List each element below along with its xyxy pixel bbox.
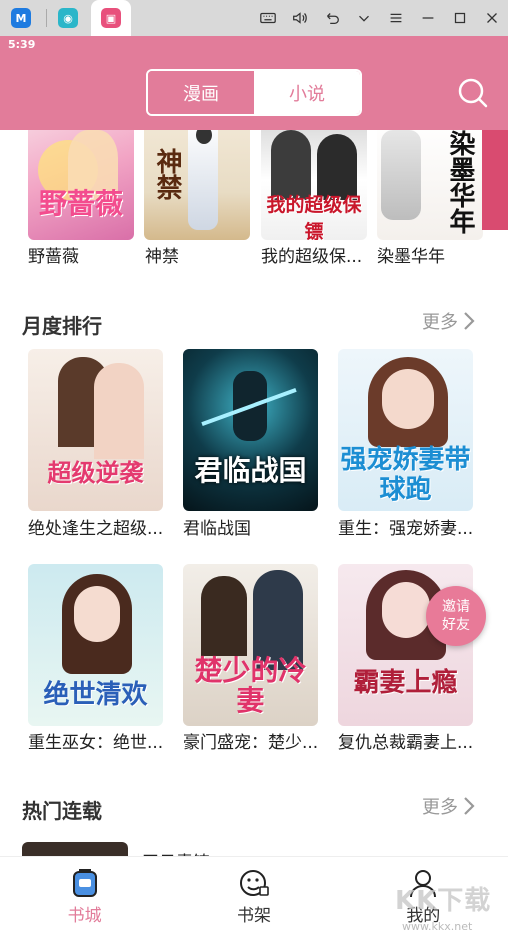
app-logo-icon: M (11, 8, 31, 28)
maximize-icon[interactable] (444, 0, 476, 36)
bookshelf-icon (239, 870, 269, 896)
more-label: 更多 (422, 312, 458, 333)
more-button[interactable]: 更多 (422, 793, 476, 819)
book-cover[interactable]: 楚少的冷妻 (183, 564, 318, 726)
book-cover[interactable]: 神禁 (144, 130, 250, 240)
nav-bookshelf[interactable]: 书架 (169, 857, 338, 936)
bookstore-icon (72, 869, 97, 897)
book-title[interactable]: 天日青铸 (142, 848, 342, 856)
side-strip (482, 130, 508, 230)
comic-app-icon: ▣ (101, 8, 121, 28)
minimize-icon[interactable] (412, 0, 444, 36)
tab-comic[interactable]: 漫画 (148, 71, 254, 114)
book-cover[interactable] (22, 842, 128, 856)
book-cover[interactable]: 染墨华年 (377, 130, 483, 240)
tab-divider (46, 9, 47, 27)
chevron-right-icon (464, 312, 475, 330)
watermark-text: KK下载 (395, 886, 492, 916)
watermark-url: www.kkx.net (402, 920, 473, 933)
undo-icon[interactable] (316, 0, 348, 36)
more-button[interactable]: 更多 (422, 308, 476, 334)
invite-friends-button[interactable]: 邀请 好友 (426, 586, 486, 646)
book-title[interactable]: 复仇总裁霸妻上... (338, 728, 488, 753)
bookstore-content: 野蔷薇 神禁 我的超级保镖 染墨华年 野蔷薇 神禁 我的超级保... 染墨华年 … (0, 130, 508, 856)
book-cover[interactable]: 我的超级保镖 (261, 130, 367, 240)
keyboard-icon[interactable] (252, 0, 284, 36)
book-cover[interactable]: 绝世清欢 (28, 564, 163, 726)
app-tab-2[interactable]: ◉ (53, 3, 83, 33)
status-time: 5:39 (8, 38, 36, 51)
menu-icon[interactable] (380, 0, 412, 36)
category-switch: 漫画 小说 (146, 69, 362, 116)
invite-label-line2: 好友 (442, 617, 470, 633)
book-title[interactable]: 重生巫女：绝世... (28, 728, 178, 753)
book-title[interactable]: 君临战国 (183, 514, 333, 539)
nav-label: 书架 (236, 906, 271, 926)
book-cover[interactable]: 超级逆袭 (28, 349, 163, 511)
book-cover[interactable]: 君临战国 (183, 349, 318, 511)
book-title[interactable]: 染墨华年 (377, 242, 483, 267)
chevron-right-icon (464, 797, 475, 815)
app-tab-1[interactable]: M (6, 3, 36, 33)
book-cover[interactable]: 强宠娇妻带球跑 (338, 349, 473, 511)
more-label: 更多 (422, 797, 458, 818)
book-title[interactable]: 我的超级保... (261, 242, 371, 267)
app-tab-3[interactable]: ▣ (91, 0, 131, 36)
book-title[interactable]: 重生：强宠娇妻... (338, 514, 488, 539)
book-title[interactable]: 神禁 (145, 242, 251, 267)
book-cover[interactable]: 野蔷薇 (28, 130, 134, 240)
chevron-down-icon[interactable] (348, 0, 380, 36)
invite-label-line1: 邀请 (442, 599, 470, 615)
app-header: 5:39 漫画 小说 (0, 36, 508, 130)
tab-novel[interactable]: 小说 (254, 71, 360, 114)
section-title-monthly: 月度排行 (22, 314, 102, 338)
nav-bookstore[interactable]: 书城 (0, 857, 169, 936)
volume-icon[interactable] (284, 0, 316, 36)
close-icon[interactable] (476, 0, 508, 36)
nav-label: 书城 (67, 906, 102, 926)
book-title[interactable]: 绝处逢生之超级... (28, 514, 178, 539)
window-titlebar: M ◉ ▣ (0, 0, 508, 36)
book-title[interactable]: 野蔷薇 (28, 242, 134, 267)
section-title-hot: 热门连载 (22, 799, 102, 823)
search-icon[interactable] (456, 76, 490, 110)
robot-app-icon: ◉ (58, 8, 78, 28)
book-title[interactable]: 豪门盛宠：楚少... (183, 728, 333, 753)
